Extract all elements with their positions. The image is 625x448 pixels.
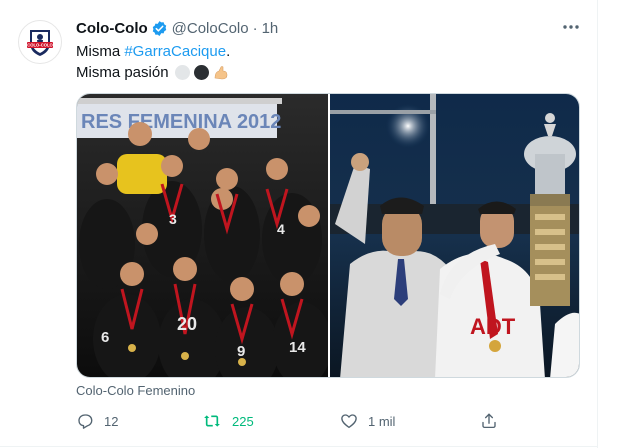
reply-icon	[78, 414, 93, 429]
ellipsis-icon	[563, 25, 579, 29]
text-suffix: .	[226, 43, 231, 60]
men-team-trophy-photo-image: ADT	[329, 94, 579, 377]
share-button[interactable]	[480, 409, 498, 433]
more-options-button[interactable]	[560, 18, 582, 36]
photo-women-team[interactable]: RES FEMENINA 2012 3 4 6 20 9 14	[77, 94, 328, 377]
white-circle-emoji-icon	[174, 65, 190, 80]
tweet-actions: 12 225 1 mil	[76, 409, 506, 433]
retweet-count: 225	[232, 413, 254, 429]
jersey-number: 14	[289, 339, 306, 356]
media-grid: RES FEMENINA 2012 3 4 6 20 9 14 ADT	[76, 93, 580, 378]
reply-count: 12	[104, 413, 119, 429]
jersey-number: 3	[169, 211, 177, 227]
flexed-biceps-emoji-icon	[213, 65, 229, 81]
black-circle-emoji-icon	[193, 65, 209, 80]
jersey-number: 4	[277, 221, 285, 237]
crest-text: COLO-COLO	[27, 43, 53, 48]
reply-button[interactable]: 12	[76, 409, 118, 433]
media-caption[interactable]: Colo-Colo Femenino	[76, 383, 195, 398]
tweet-bottom-border	[0, 446, 598, 447]
share-icon	[482, 413, 496, 429]
like-button[interactable]: 1 mil	[340, 409, 395, 433]
tweet-text: Misma #GarraCacique . Misma pasión	[76, 41, 576, 83]
jersey-text: ADT	[470, 314, 516, 339]
avatar[interactable]: COLO-COLO	[18, 20, 62, 64]
heart-icon	[341, 414, 357, 429]
timeline-right-border	[597, 0, 598, 448]
header-separator: ·	[252, 19, 258, 37]
tweet-header: Colo-Colo @ColoColo · 1h	[76, 18, 278, 38]
jersey-number: 20	[177, 314, 197, 334]
retweet-button[interactable]: 225	[202, 409, 254, 433]
tweet-timestamp[interactable]: 1h	[262, 20, 279, 37]
user-handle[interactable]: @ColoColo	[172, 20, 249, 37]
jersey-number: 6	[101, 329, 109, 346]
text-line-2: Misma pasión	[76, 64, 169, 81]
tweet-line-2: Misma pasión	[76, 62, 576, 83]
text-prefix: Misma	[76, 43, 125, 60]
women-team-photo-image: RES FEMENINA 2012 3 4 6 20 9 14	[77, 94, 328, 377]
hashtag-link[interactable]: #GarraCacique	[124, 41, 226, 62]
tweet-line-1: Misma #GarraCacique .	[76, 41, 576, 62]
colo-colo-crest-icon: COLO-COLO	[27, 30, 54, 56]
banner-text: RES FEMENINA 2012	[81, 111, 281, 133]
jersey-number: 9	[237, 343, 245, 360]
verified-badge-icon	[151, 20, 168, 37]
like-count: 1 mil	[368, 413, 396, 429]
display-name[interactable]: Colo-Colo	[76, 20, 148, 37]
retweet-icon	[204, 415, 220, 427]
photo-men-team-trophy[interactable]: ADT	[329, 94, 579, 377]
